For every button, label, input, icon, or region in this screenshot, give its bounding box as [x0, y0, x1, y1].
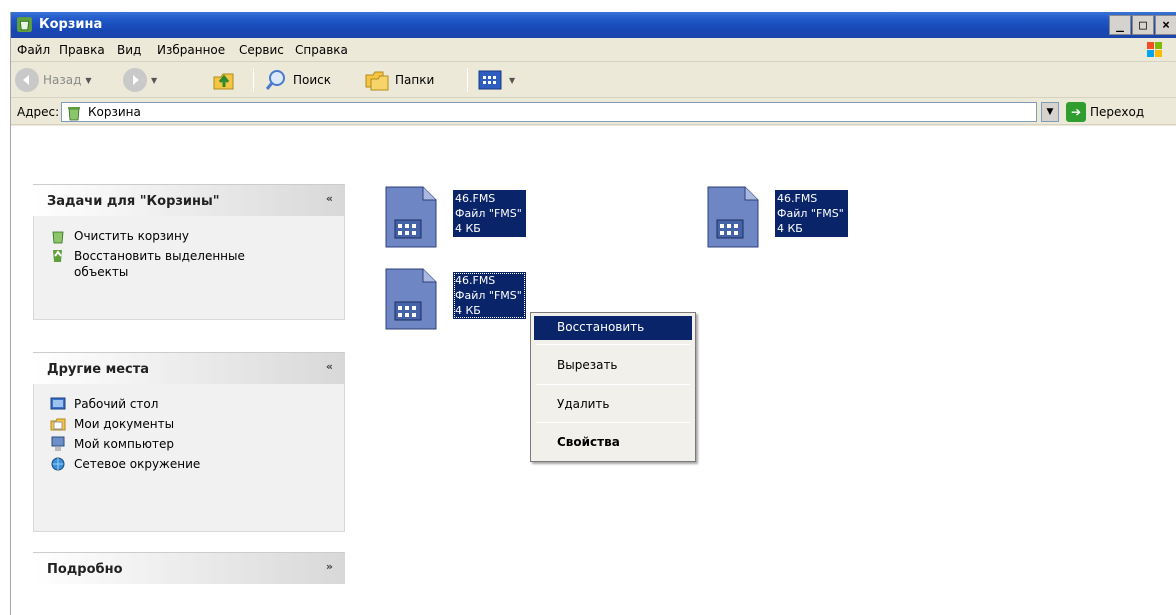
task-empty-recycle-bin[interactable]: Очистить корзину	[50, 228, 344, 244]
context-menu-restore[interactable]: Восстановить	[534, 316, 692, 340]
context-menu-properties[interactable]: Свойства	[534, 431, 692, 455]
menu-file[interactable]: Файл	[17, 43, 50, 57]
search-icon	[265, 70, 285, 90]
views-icon	[478, 70, 502, 90]
menu-favorites[interactable]: Избранное	[157, 43, 225, 57]
chevron-down-icon: ▼	[509, 75, 516, 85]
file-label: 46.FMS Файл "FMS" 4 КБ	[453, 190, 526, 237]
task-restore-selected[interactable]: Восстановить выделенные объекты	[50, 248, 344, 280]
desktop-icon	[50, 397, 66, 410]
restore-icon	[53, 250, 62, 262]
file-label: 46.FMS Файл "FMS" 4 КБ	[775, 190, 848, 237]
forward-arrow-icon	[123, 68, 147, 92]
window-title: Корзина	[39, 17, 103, 32]
chevron-down-icon: ▼	[85, 75, 92, 85]
place-my-computer[interactable]: Мой компьютер	[50, 436, 344, 452]
expand-icon[interactable]: »	[326, 560, 333, 573]
place-desktop[interactable]: Рабочий стол	[50, 396, 344, 412]
details-panel-header[interactable]: Подробно »	[33, 552, 345, 584]
close-button[interactable]: ×	[1155, 15, 1176, 35]
address-value: Корзина	[88, 105, 141, 119]
fms-file-icon	[385, 268, 437, 330]
menu-view[interactable]: Вид	[117, 43, 141, 57]
tasks-panel-title: Задачи для "Корзины"	[47, 194, 220, 209]
back-button[interactable]: Назад ▼	[15, 66, 92, 94]
up-folder-button[interactable]	[211, 66, 237, 94]
details-panel: Подробно »	[33, 552, 345, 584]
forward-button[interactable]: ▼	[123, 66, 157, 94]
recycle-bin-icon	[17, 17, 32, 32]
chevron-down-icon: ▼	[151, 75, 158, 85]
file-item[interactable]: 46.FMS Файл "FMS" 4 КБ	[385, 186, 555, 248]
tasks-panel-header[interactable]: Задачи для "Корзины" «	[33, 184, 345, 216]
other-places-panel-header[interactable]: Другие места «	[33, 352, 345, 384]
menu-tools[interactable]: Сервис	[239, 43, 284, 57]
views-button[interactable]: ▼	[477, 66, 515, 94]
recycle-bin-icon	[68, 107, 80, 121]
go-arrow-icon: ➔	[1066, 102, 1086, 122]
place-network[interactable]: Сетевое окружение	[50, 456, 344, 472]
task-pane: Задачи для "Корзины" « Очистить корзину	[11, 126, 365, 615]
folders-button[interactable]: Папки	[363, 66, 434, 94]
menu-bar: Файл Правка Вид Избранное Сервис Справка	[11, 38, 1176, 62]
address-bar: Адрес: Корзина ▼ ➔ Переход	[11, 99, 1176, 125]
windows-logo-icon	[1147, 42, 1162, 57]
toolbar: Назад ▼ ▼ Поиск Папки ▼	[11, 62, 1176, 98]
search-button[interactable]: Поиск	[263, 66, 331, 94]
go-button[interactable]: ➔ Переход	[1066, 102, 1144, 122]
title-bar[interactable]: Корзина _ □ ×	[11, 12, 1176, 38]
my-documents-icon	[50, 418, 66, 431]
file-item[interactable]: 46.FMS Файл "FMS" 4 КБ	[707, 186, 877, 248]
collapse-icon[interactable]: «	[326, 360, 333, 373]
maximize-button[interactable]: □	[1132, 15, 1154, 35]
back-arrow-icon	[15, 68, 39, 92]
address-dropdown-button[interactable]: ▼	[1041, 102, 1059, 122]
details-title: Подробно	[47, 562, 123, 577]
minimize-button[interactable]: _	[1109, 15, 1131, 35]
other-places-panel: Другие места « Рабочий стол Мои документ…	[33, 352, 345, 532]
address-input[interactable]: Корзина	[61, 102, 1037, 122]
menu-help[interactable]: Справка	[295, 43, 348, 57]
place-my-documents[interactable]: Мои документы	[50, 416, 344, 432]
collapse-icon[interactable]: «	[326, 192, 333, 205]
file-label: 46.FMS Файл "FMS" 4 КБ	[453, 272, 526, 319]
fms-file-icon	[707, 186, 759, 248]
tasks-panel: Задачи для "Корзины" « Очистить корзину	[33, 184, 345, 320]
context-menu-cut[interactable]: Вырезать	[534, 354, 692, 378]
folders-icon	[365, 71, 389, 91]
menu-edit[interactable]: Правка	[59, 43, 105, 57]
my-computer-icon	[51, 436, 65, 451]
other-places-title: Другие места	[47, 362, 150, 377]
context-menu: Восстановить Вырезать Удалить Свойства	[530, 312, 696, 462]
fms-file-icon	[385, 186, 437, 248]
folder-up-icon	[213, 73, 234, 90]
network-icon	[51, 457, 65, 471]
recycle-bin-icon	[52, 231, 64, 244]
context-menu-delete[interactable]: Удалить	[534, 393, 692, 417]
address-label: Адрес:	[17, 105, 60, 119]
